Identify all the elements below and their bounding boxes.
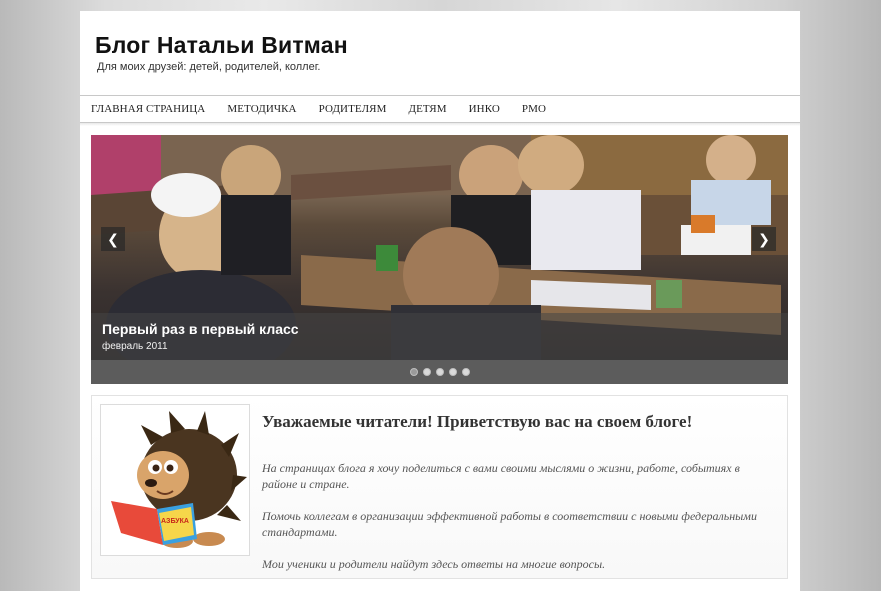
nav-item-inko[interactable]: ИНКО: [458, 103, 511, 115]
slider-dot-5[interactable]: [461, 368, 470, 376]
slider-dot-4[interactable]: [448, 368, 457, 376]
slider-dot-2[interactable]: [422, 368, 431, 376]
nav-divider: [80, 123, 800, 126]
nav-item-metodichka[interactable]: МЕТОДИЧКА: [216, 103, 307, 115]
chevron-left-icon: ❮: [107, 230, 119, 247]
nav-item-children[interactable]: ДЕТЯМ: [397, 103, 457, 115]
image-slider[interactable]: Первый раз в первый класс февраль 2011 ❮…: [91, 135, 788, 384]
welcome-box: АЗБУКА Уважаемые читатели! Приветствую в…: [91, 395, 788, 579]
slider-dot-1[interactable]: [409, 368, 418, 376]
hedgehog-image: АЗБУКА: [100, 404, 250, 556]
slider-pagination: [91, 360, 788, 384]
slider-dot-3[interactable]: [435, 368, 444, 376]
welcome-heading: Уважаемые читатели! Приветствую вас на с…: [262, 412, 693, 431]
welcome-paragraph-3: Мои ученики и родители найдут здесь отве…: [262, 557, 606, 571]
chevron-right-icon: ❯: [758, 230, 770, 247]
welcome-paragraph-2: Помочь коллегам в организации эффективно…: [262, 509, 757, 539]
hedgehog-icon: АЗБУКА: [111, 411, 247, 548]
page-container: Блог Натальи Витман Для моих друзей: дет…: [80, 11, 800, 591]
slider-next-button[interactable]: ❯: [752, 227, 776, 251]
book-label: АЗБУКА: [161, 518, 189, 525]
slide-title[interactable]: Первый раз в первый класс: [102, 321, 299, 337]
slide-photo[interactable]: Первый раз в первый класс февраль 2011 ❮…: [91, 135, 788, 360]
nav-item-rmo[interactable]: РМО: [511, 103, 557, 115]
main-nav: ГЛАВНАЯ СТРАНИЦА МЕТОДИЧКА РОДИТЕЛЯМ ДЕТ…: [80, 95, 800, 123]
site-tagline: Для моих друзей: детей, родителей, колле…: [97, 61, 321, 73]
welcome-paragraph-1: На страницах блога я хочу поделиться с в…: [262, 461, 740, 491]
slider-prev-button[interactable]: ❮: [101, 227, 125, 251]
nav-item-home[interactable]: ГЛАВНАЯ СТРАНИЦА: [80, 103, 216, 115]
slide-date: февраль 2011: [102, 341, 168, 352]
nav-item-parents[interactable]: РОДИТЕЛЯМ: [308, 103, 398, 115]
site-title[interactable]: Блог Натальи Витман: [95, 32, 348, 59]
